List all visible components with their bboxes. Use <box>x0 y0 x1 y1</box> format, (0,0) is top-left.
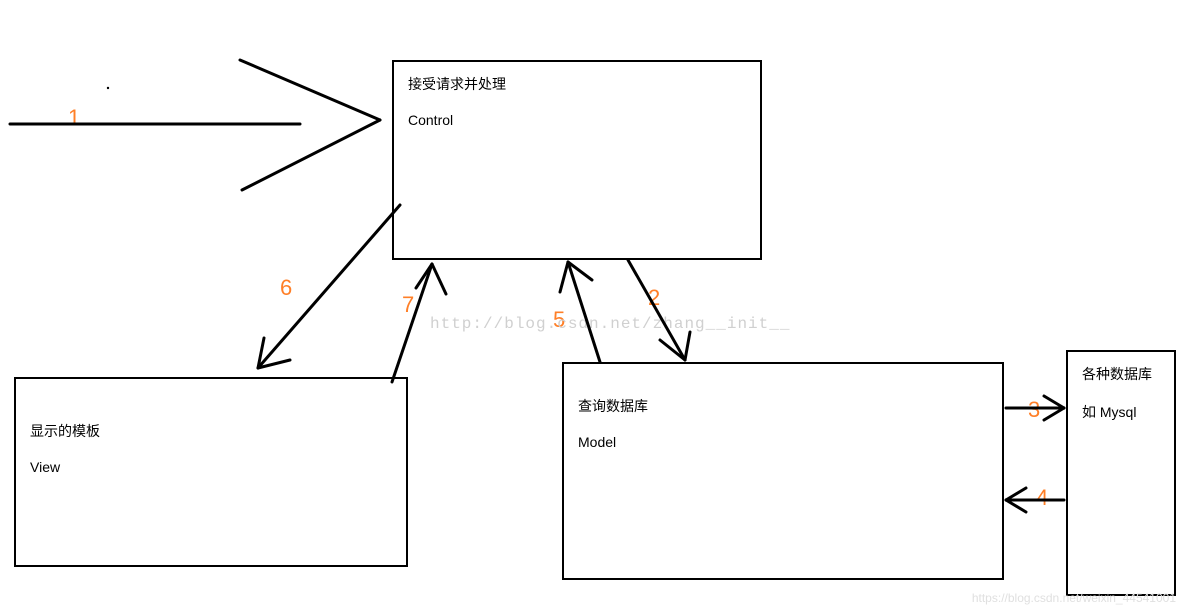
watermark-center: http://blog.csdn.net/zhang__init__ <box>430 315 790 333</box>
arrow-7-head-a <box>416 264 432 288</box>
arrow-4-head-b <box>1006 500 1026 512</box>
arrow-2-head-b <box>685 332 690 360</box>
control-box: 接受请求并处理 Control <box>392 60 762 260</box>
step-2-label: 2 <box>648 285 660 311</box>
arrow-5-shaft <box>568 262 600 362</box>
step-4-label: 4 <box>1036 485 1048 511</box>
watermark-corner: https://blog.csdn.net/weixin_44541001 <box>972 591 1176 605</box>
control-label: Control <box>408 112 746 128</box>
arrow-4-head-a <box>1006 488 1026 500</box>
view-title: 显示的模板 <box>30 421 392 441</box>
arrow-5-head-a <box>560 262 568 292</box>
arrow-1-head-top <box>240 60 380 120</box>
arrow-7-head-b <box>432 264 446 294</box>
model-title: 查询数据库 <box>578 396 988 416</box>
db-label: 如 Mysql <box>1082 402 1160 422</box>
model-box: 查询数据库 Model <box>562 362 1004 580</box>
stray-dot <box>107 87 109 89</box>
arrow-2-head-a <box>660 340 685 360</box>
step-3-label: 3 <box>1028 397 1040 423</box>
step-6-label: 6 <box>280 275 292 301</box>
db-title: 各种数据库 <box>1082 364 1160 384</box>
arrow-7-shaft <box>392 264 432 382</box>
arrow-3-head-b <box>1044 408 1064 420</box>
step-1-label: 1 <box>68 105 80 131</box>
arrow-3-head-a <box>1044 396 1064 408</box>
arrow-6-head-a <box>258 338 264 368</box>
arrow-1-head-bottom <box>242 120 380 190</box>
view-label: View <box>30 459 392 475</box>
control-title: 接受请求并处理 <box>408 74 746 94</box>
step-7-label: 7 <box>402 292 414 318</box>
view-box: 显示的模板 View <box>14 377 408 567</box>
arrow-6-head-b <box>258 360 290 368</box>
arrow-5-head-b <box>568 262 592 280</box>
db-box: 各种数据库 如 Mysql <box>1066 350 1176 596</box>
model-label: Model <box>578 434 988 450</box>
